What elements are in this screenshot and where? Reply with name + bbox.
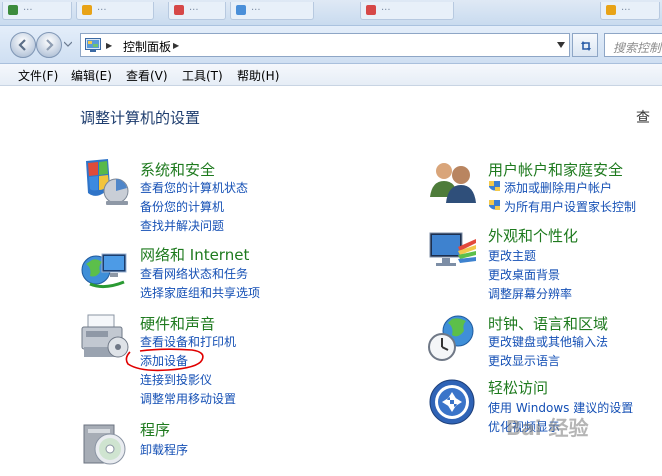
category-appearance: 外观和个性化 更改主题 更改桌面背景 调整屏幕分辨率	[428, 225, 662, 301]
tab-favicon-icon	[236, 5, 246, 15]
menu-view[interactable]: 查看(V)	[126, 67, 168, 84]
link-change-display-language[interactable]: 更改显示语言	[488, 352, 560, 369]
link-add-remove-users[interactable]: 添加或删除用户帐户	[488, 179, 612, 196]
security-shield-icon[interactable]	[80, 157, 130, 207]
breadcrumb-separator-icon[interactable]: ▶	[173, 41, 179, 50]
link-view-devices-printers[interactable]: 查看设备和打印机	[140, 333, 236, 350]
refresh-button[interactable]	[572, 33, 598, 57]
menu-tools[interactable]: 工具(T)	[182, 67, 223, 84]
link-mobility-settings[interactable]: 调整常用移动设置	[140, 390, 236, 407]
category-title-ease[interactable]: 轻松访问	[488, 377, 548, 398]
clock-globe-icon[interactable]	[428, 313, 478, 363]
link-homegroup-sharing[interactable]: 选择家庭组和共享选项	[140, 284, 260, 301]
category-system-security: 系统和安全 查看您的计算机状态 备份您的计算机 查找并解决问题	[80, 157, 320, 233]
category-title-network[interactable]: 网络和 Internet	[140, 244, 249, 265]
search-input[interactable]: 搜索控制面	[604, 33, 662, 57]
category-network: 网络和 Internet 查看网络状态和任务 选择家庭组和共享选项	[80, 244, 320, 304]
menu-file[interactable]: 文件(F)	[18, 67, 58, 84]
forward-button[interactable]	[36, 32, 62, 58]
link-adjust-resolution[interactable]: 调整屏幕分辨率	[488, 285, 572, 302]
link-connect-projector[interactable]: 连接到投影仪	[140, 371, 212, 388]
breadcrumb-control-panel[interactable]: 控制面板	[123, 38, 171, 55]
tab-favicon-icon	[174, 5, 184, 15]
link-change-desktop-background[interactable]: 更改桌面背景	[488, 266, 560, 283]
browser-tab[interactable]: ...	[76, 2, 154, 20]
tab-favicon-icon	[8, 5, 18, 15]
view-by-label[interactable]: 查	[636, 107, 650, 127]
link-backup-computer[interactable]: 备份您的计算机	[140, 198, 224, 215]
ease-of-access-icon[interactable]	[428, 377, 478, 427]
menu-edit[interactable]: 编辑(E)	[71, 67, 112, 84]
category-clock-language: 时钟、语言和区域 更改键盘或其他输入法 更改显示语言	[428, 313, 662, 368]
link-view-computer-status[interactable]: 查看您的计算机状态	[140, 179, 248, 196]
browser-tab[interactable]: ...	[360, 2, 454, 20]
forward-arrow-icon	[46, 39, 54, 51]
back-button[interactable]	[10, 32, 36, 58]
link-change-keyboard[interactable]: 更改键盘或其他输入法	[488, 333, 608, 350]
category-user-accounts: 用户帐户和家庭安全 添加或删除用户帐户 为所有用户设置家长控制	[428, 157, 662, 217]
uac-shield-icon	[489, 200, 500, 210]
category-title-hardware[interactable]: 硬件和声音	[140, 313, 215, 334]
tab-favicon-icon	[366, 5, 376, 15]
category-title-users[interactable]: 用户帐户和家庭安全	[488, 159, 623, 180]
refresh-icon	[581, 41, 591, 51]
tab-favicon-icon	[82, 5, 92, 15]
appearance-monitor-icon[interactable]	[428, 225, 478, 275]
category-hardware-sound: 硬件和声音 查看设备和打印机 添加设备 连接到投影仪 调整常用移动设置	[80, 313, 320, 406]
programs-disc-icon[interactable]	[80, 419, 130, 469]
link-view-network-status[interactable]: 查看网络状态和任务	[140, 265, 248, 282]
link-uninstall-program[interactable]: 卸载程序	[140, 441, 188, 458]
uac-shield-icon	[489, 181, 500, 191]
watermark: Bai 经验	[506, 416, 589, 440]
navigation-bar: ▶ 控制面板 ▶ 搜索控制面	[0, 26, 662, 64]
menu-help[interactable]: 帮助(H)	[237, 67, 279, 84]
page-title: 调整计算机的设置	[80, 109, 201, 127]
network-globe-icon[interactable]	[80, 244, 130, 294]
browser-tab[interactable]: ...	[230, 2, 314, 20]
link-add-device[interactable]: 添加设备	[140, 352, 188, 369]
menu-bar: 文件(F) 编辑(E) 查看(V) 工具(T) 帮助(H)	[0, 64, 662, 86]
address-bar[interactable]: ▶ 控制面板 ▶	[80, 33, 570, 57]
link-find-fix-problems[interactable]: 查找并解决问题	[140, 217, 224, 234]
address-dropdown-icon[interactable]	[557, 42, 565, 48]
back-arrow-icon	[18, 39, 26, 51]
category-title-system[interactable]: 系统和安全	[140, 159, 215, 180]
category-programs: 程序 卸载程序	[80, 419, 320, 469]
control-panel-icon	[85, 38, 101, 52]
tab-favicon-icon	[606, 5, 616, 15]
breadcrumb-separator-icon[interactable]: ▶	[106, 41, 112, 50]
browser-tab[interactable]: ...	[168, 2, 226, 20]
browser-tab[interactable]: ...	[2, 2, 72, 20]
category-title-clock[interactable]: 时钟、语言和区域	[488, 313, 608, 334]
link-parental-controls[interactable]: 为所有用户设置家长控制	[488, 198, 636, 215]
category-title-appearance[interactable]: 外观和个性化	[488, 225, 578, 246]
link-change-theme[interactable]: 更改主题	[488, 247, 536, 264]
printer-device-icon[interactable]	[80, 313, 130, 363]
category-title-programs[interactable]: 程序	[140, 419, 170, 440]
users-icon[interactable]	[428, 157, 478, 207]
browser-tab[interactable]: ...	[600, 2, 660, 20]
recent-pages-dropdown-icon[interactable]	[64, 40, 72, 48]
tab-strip: ... ... ... ... ... ...	[0, 0, 662, 26]
